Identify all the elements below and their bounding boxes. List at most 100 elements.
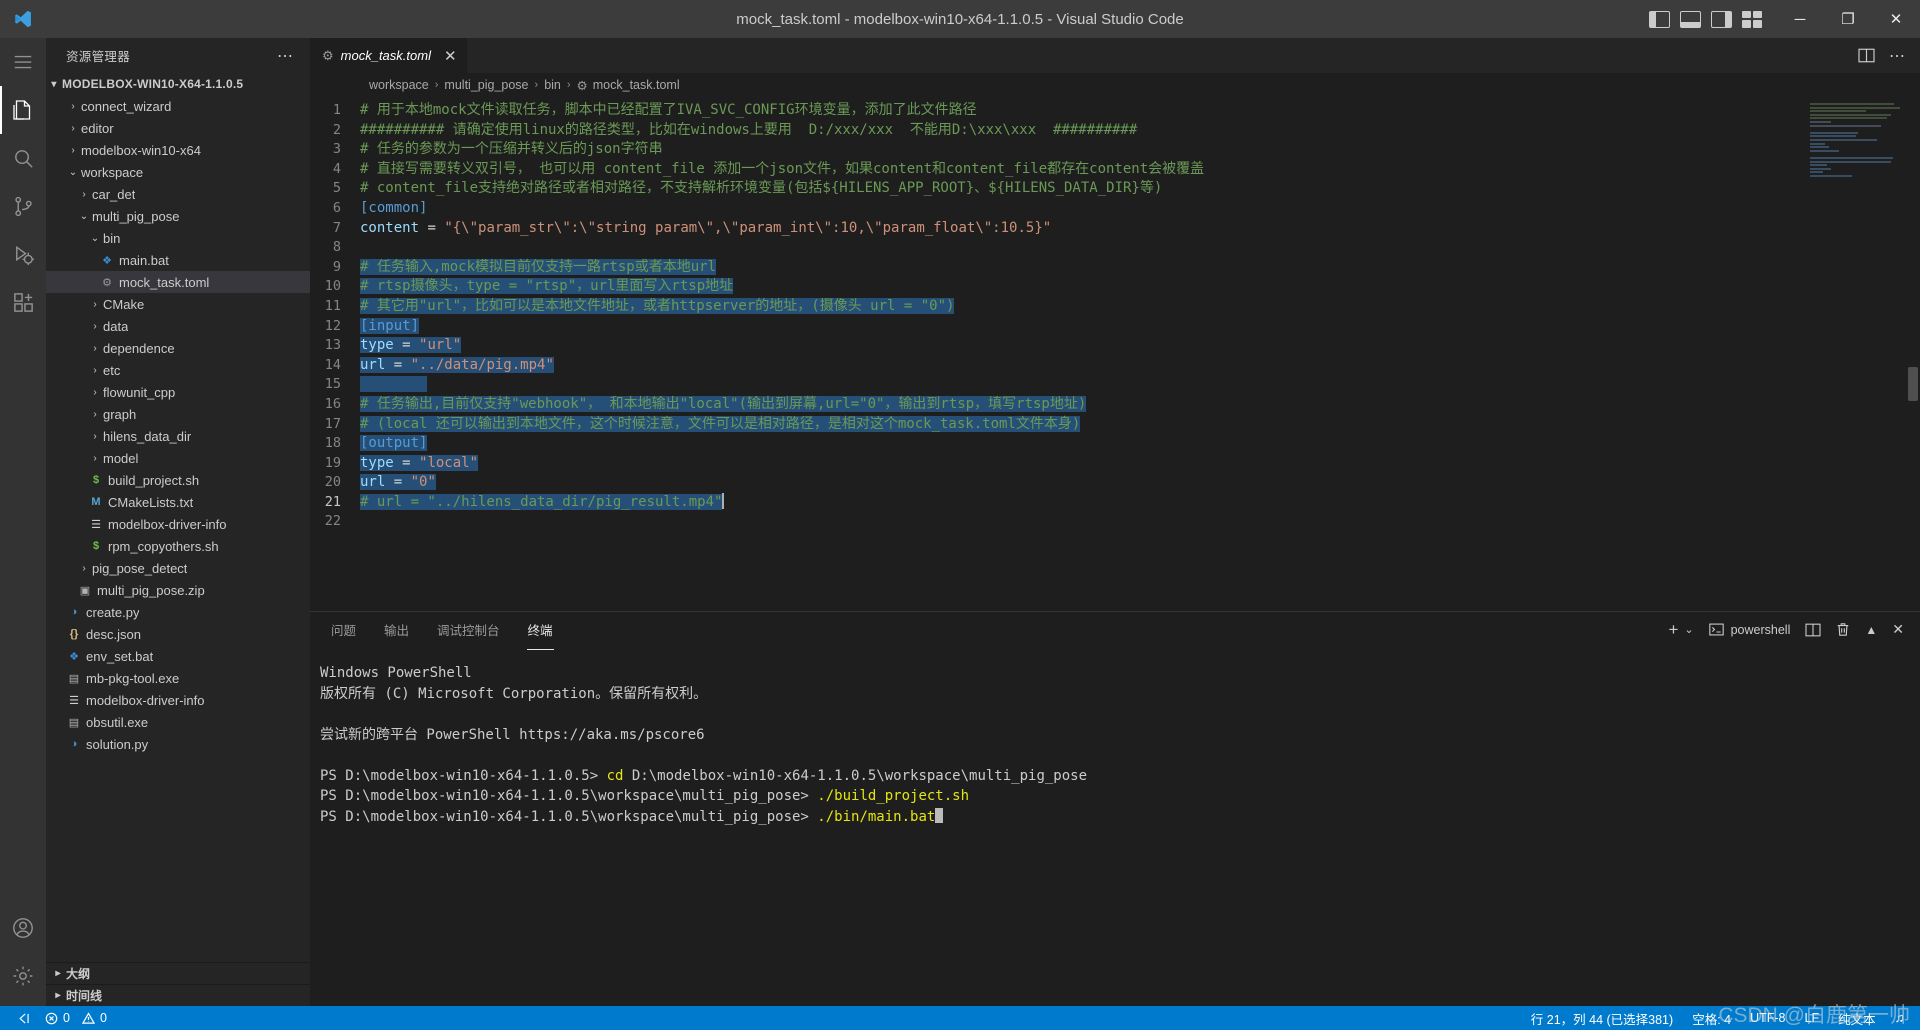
tab-mock-task-toml[interactable]: ⚙ mock_task.toml ✕	[310, 38, 468, 73]
tree-item-build-project-sh[interactable]: $ build_project.sh	[46, 469, 310, 491]
remote-window-icon[interactable]	[16, 1012, 31, 1025]
tree-item-model[interactable]: › model	[46, 447, 310, 469]
code-line[interactable]: 14 url = "../data/pig.mp4"	[310, 356, 1920, 376]
breadcrumb-item-bin[interactable]: bin	[544, 78, 561, 92]
notification-bell-icon[interactable]: ♫	[1895, 1011, 1904, 1025]
sidebar-section-outline[interactable]: ▸ 大纲	[46, 962, 310, 984]
tab-problems[interactable]: 问题	[330, 612, 357, 647]
language-mode[interactable]: 纯文本	[1838, 1009, 1876, 1028]
chevron-up-icon[interactable]: ▲	[1865, 623, 1877, 637]
tree-item-flowunit-cpp[interactable]: › flowunit_cpp	[46, 381, 310, 403]
code-line[interactable]: 16 # 任务输出,目前仅支持"webhook"， 和本地输出"local"(输出…	[310, 395, 1920, 415]
code-line[interactable]: 17 # (local 还可以输出到本地文件，这个时候注意，文件可以是相对路径，是…	[310, 415, 1920, 435]
code-line[interactable]: 21 # url = "../hilens_data_dir/pig_result…	[310, 492, 1920, 513]
tree-item-connect-wizard[interactable]: › connect_wizard	[46, 95, 310, 117]
code-line[interactable]: 20 url = "0"	[310, 473, 1920, 493]
menu-icon[interactable]	[0, 38, 46, 86]
scrollbar-thumb[interactable]	[1908, 367, 1918, 401]
tree-item-bin[interactable]: ⌄ bin	[46, 227, 310, 249]
run-debug-icon[interactable]	[0, 230, 46, 278]
tree-item-editor[interactable]: › editor	[46, 117, 310, 139]
tree-item-pig-pose-detect[interactable]: › pig_pose_detect	[46, 557, 310, 579]
tree-item-modelbox-driver-info[interactable]: ☰ modelbox-driver-info	[46, 689, 310, 711]
tree-item-rpm-copyothers-sh[interactable]: $ rpm_copyothers.sh	[46, 535, 310, 557]
end-of-line[interactable]: LF	[1805, 1011, 1820, 1025]
code-line[interactable]: 13 type = "url"	[310, 336, 1920, 356]
tree-item-workspace[interactable]: ⌄ workspace	[46, 161, 310, 183]
tree-item-multi-pig-pose-zip[interactable]: ▣ multi_pig_pose.zip	[46, 579, 310, 601]
settings-gear-icon[interactable]	[0, 952, 46, 1000]
terminal-output[interactable]: Windows PowerShell 版权所有 (C) Microsoft Cor…	[310, 647, 1920, 1006]
tab-close-icon[interactable]: ✕	[444, 47, 457, 65]
code-editor[interactable]: 1 # 用于本地mock文件读取任务，脚本中已经配置了IVA_SVC_CONFIG…	[310, 97, 1920, 611]
trash-icon[interactable]	[1836, 622, 1850, 637]
code-line[interactable]: 6 [common]	[310, 199, 1920, 219]
editor-more-actions-icon[interactable]: ⋯	[1889, 46, 1906, 66]
tree-item-obsutil-exe[interactable]: ▤ obsutil.exe	[46, 711, 310, 733]
breadcrumb[interactable]: workspace › multi_pig_pose › bin › ⚙ mock_task.…	[310, 73, 1920, 97]
code-line[interactable]: 9 # 任务输入,mock模拟目前仅支持一路rtsp或者本地url	[310, 258, 1920, 278]
customize-layout-icon[interactable]	[1742, 10, 1762, 28]
code-line[interactable]: 19 type = "local"	[310, 454, 1920, 474]
code-line[interactable]: 12 [input]	[310, 317, 1920, 337]
tree-item-data[interactable]: › data	[46, 315, 310, 337]
code-line[interactable]: 10 # rtsp摄像头，type = "rtsp"，url里面写入rtsp地址	[310, 277, 1920, 297]
tree-item-env-set-bat[interactable]: ❖ env_set.bat	[46, 645, 310, 667]
indentation[interactable]: 空格: 4	[1692, 1009, 1731, 1028]
breadcrumb-item-mock-task-toml[interactable]: ⚙ mock_task.toml	[577, 78, 680, 93]
terminal-selector[interactable]: powershell	[1708, 623, 1790, 637]
search-icon[interactable]	[0, 134, 46, 182]
tree-item-mock-task-toml[interactable]: ⚙ mock_task.toml	[46, 271, 310, 293]
sidebar-section-timeline[interactable]: ▸ 时间线	[46, 984, 310, 1006]
code-line[interactable]: 22	[310, 512, 1920, 532]
tree-item-hilens-data-dir[interactable]: › hilens_data_dir	[46, 425, 310, 447]
panel-close-icon[interactable]: ✕	[1892, 621, 1904, 638]
tree-item-multi-pig-pose[interactable]: ⌄ multi_pig_pose	[46, 205, 310, 227]
code-line[interactable]: 3 # 任务的参数为一个压缩并转义后的json字符串	[310, 140, 1920, 160]
breadcrumb-item-multi-pig-pose[interactable]: multi_pig_pose	[444, 78, 528, 92]
tab-terminal[interactable]: 终端	[526, 612, 554, 650]
sidebar-more-actions-icon[interactable]: ⋯	[277, 46, 300, 66]
file-tree[interactable]: ▾ MODELBOX-WIN10-X64-1.1.0.5 › connect_wi…	[46, 73, 310, 962]
close-button[interactable]: ✕	[1872, 0, 1920, 38]
tree-item-cmake[interactable]: › CMake	[46, 293, 310, 315]
tree-item-modelbox-driver-info[interactable]: ☰ modelbox-driver-info	[46, 513, 310, 535]
tree-item-car-det[interactable]: › car_det	[46, 183, 310, 205]
minimap[interactable]	[1810, 103, 1906, 179]
panel-bottom-icon[interactable]	[1680, 10, 1701, 28]
split-terminal-icon[interactable]	[1805, 623, 1821, 637]
code-line[interactable]: 18 [output]	[310, 434, 1920, 454]
tree-item-main-bat[interactable]: ❖ main.bat	[46, 249, 310, 271]
error-warning-counts[interactable]: 0 0	[45, 1011, 107, 1025]
editor-scrollbar[interactable]	[1906, 97, 1920, 611]
minimize-button[interactable]: ─	[1776, 0, 1824, 38]
tree-item-dependence[interactable]: › dependence	[46, 337, 310, 359]
account-icon[interactable]	[0, 904, 46, 952]
encoding[interactable]: UTF-8	[1750, 1011, 1785, 1025]
code-line[interactable]: 1 # 用于本地mock文件读取任务，脚本中已经配置了IVA_SVC_CONFIG…	[310, 101, 1920, 121]
tree-item-graph[interactable]: › graph	[46, 403, 310, 425]
maximize-button[interactable]: ❐	[1824, 0, 1872, 38]
tree-root-folder[interactable]: ▾ MODELBOX-WIN10-X64-1.1.0.5	[46, 73, 310, 95]
tree-item-etc[interactable]: › etc	[46, 359, 310, 381]
code-line[interactable]: 2 ########## 请确定使用linux的路径类型，比如在windows上要…	[310, 121, 1920, 141]
code-line[interactable]: 11 # 其它用"url"，比如可以是本地文件地址，或者httpserver的地址…	[310, 297, 1920, 317]
chevron-down-icon[interactable]: ⌄	[1684, 623, 1693, 636]
tree-item-cmakelists-txt[interactable]: M CMakeLists.txt	[46, 491, 310, 513]
code-line[interactable]: 4 # 直接写需要转义双引号， 也可以用 content_file 添加一个jso…	[310, 160, 1920, 180]
code-lines[interactable]: 1 # 用于本地mock文件读取任务，脚本中已经配置了IVA_SVC_CONFIG…	[310, 97, 1920, 611]
panel-right-icon[interactable]	[1711, 10, 1732, 28]
tab-output[interactable]: 输出	[383, 612, 410, 647]
code-line[interactable]: 7 content = "{\"param_str\":\"string para…	[310, 219, 1920, 239]
cursor-position[interactable]: 行 21，列 44 (已选择381)	[1531, 1009, 1673, 1028]
code-line[interactable]: 5 # content_file支持绝对路径或者相对路径，不支持解析环境变量(包括…	[310, 179, 1920, 199]
explorer-icon[interactable]	[0, 86, 46, 134]
tab-debug-console[interactable]: 调试控制台	[436, 612, 501, 647]
panel-left-icon[interactable]	[1649, 10, 1670, 28]
split-editor-icon[interactable]	[1858, 48, 1875, 63]
code-line[interactable]: 8	[310, 238, 1920, 258]
tree-item-mb-pkg-tool-exe[interactable]: ▤ mb-pkg-tool.exe	[46, 667, 310, 689]
new-terminal-icon[interactable]: +	[1668, 620, 1678, 640]
breadcrumb-item-workspace[interactable]: workspace	[369, 78, 429, 92]
tree-item-solution-py[interactable]: ◑ solution.py	[46, 733, 310, 755]
